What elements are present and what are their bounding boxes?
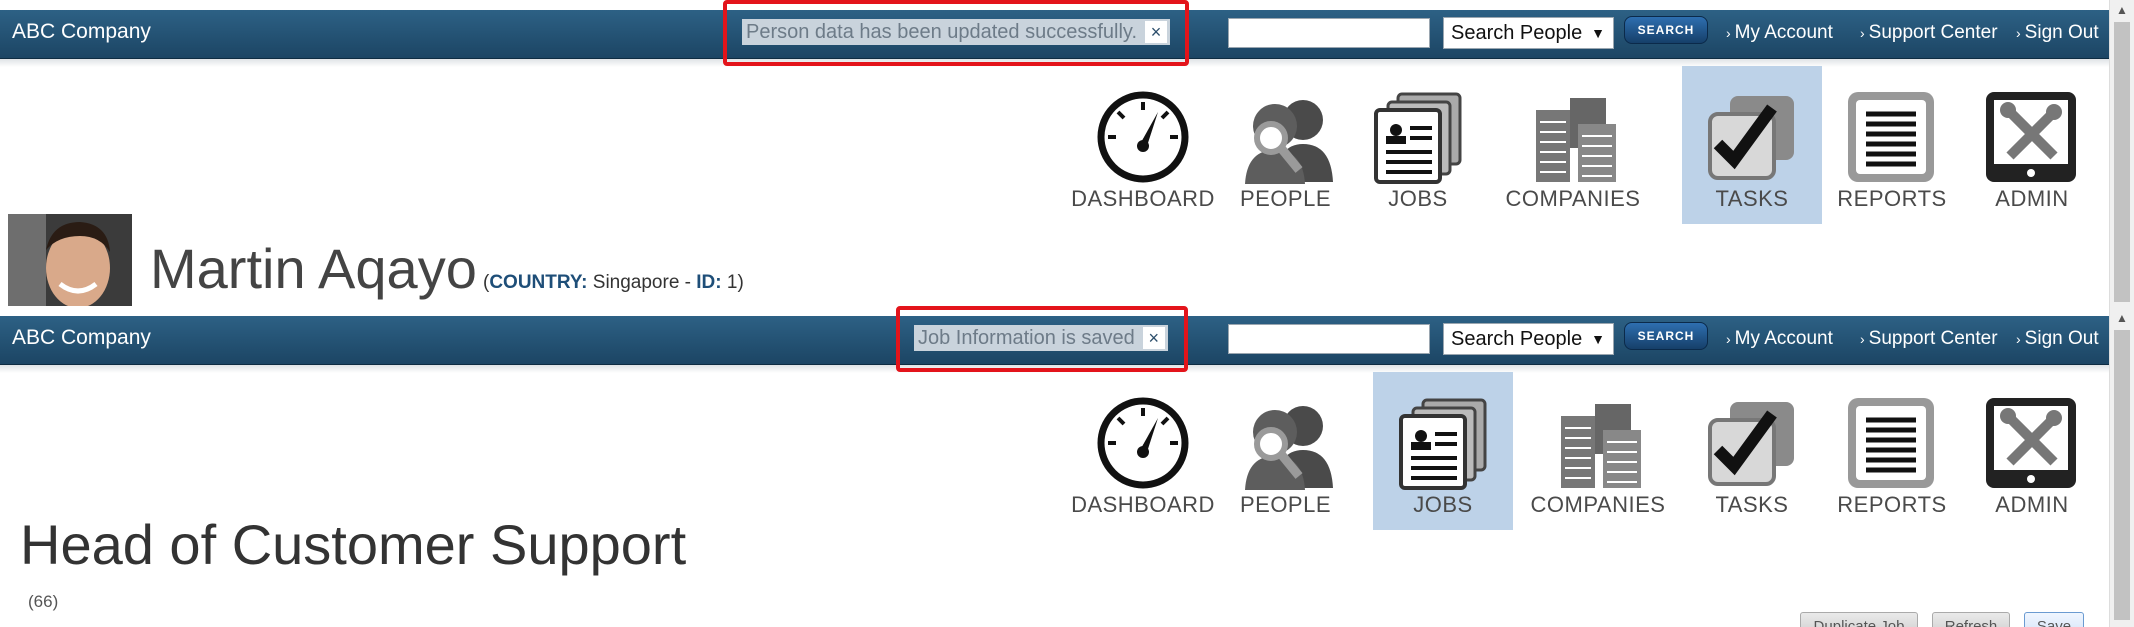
nav-admin-label: ADMIN xyxy=(1995,492,2069,517)
save-button[interactable]: Save xyxy=(2024,612,2084,627)
scroll-thumb-top[interactable] xyxy=(2114,22,2130,302)
nav-people[interactable]: PEOPLE xyxy=(1223,372,1348,530)
person-photo xyxy=(8,214,132,306)
companies-icon xyxy=(1561,404,1641,488)
search-type-select[interactable]: Search People ▼ xyxy=(1443,17,1614,49)
id-label: ID: xyxy=(696,272,722,293)
search-input[interactable] xyxy=(1228,324,1430,354)
highlight-box xyxy=(723,0,1189,66)
jobs-icon xyxy=(1374,92,1462,184)
jobs-icon xyxy=(1399,398,1487,490)
tasks-icon xyxy=(1708,96,1794,180)
link-support-center[interactable]: › Support Center xyxy=(1860,328,1998,350)
link-my-account-label: My Account xyxy=(1734,328,1833,349)
reports-icon xyxy=(1848,398,1934,488)
nav-people[interactable]: PEOPLE xyxy=(1223,66,1348,224)
bottom-panel: ABC Company Job Information is saved × Se… xyxy=(0,306,2110,627)
nav-tasks[interactable]: TASKS xyxy=(1682,66,1822,224)
page-scrollbar[interactable]: ▲ ▲ xyxy=(2109,0,2134,627)
tasks-icon xyxy=(1708,402,1794,486)
brand-name[interactable]: ABC Company xyxy=(12,20,151,44)
link-sign-out[interactable]: › Sign Out xyxy=(2016,22,2099,44)
scroll-up-icon[interactable]: ▲ xyxy=(2110,308,2134,328)
link-my-account-label: My Account xyxy=(1734,22,1833,43)
companies-icon xyxy=(1536,98,1616,182)
admin-icon xyxy=(1986,398,2076,488)
nav-admin[interactable]: ADMIN xyxy=(1962,66,2102,224)
nav-jobs-label: JOBS xyxy=(1413,492,1473,517)
nav-tasks[interactable]: TASKS xyxy=(1682,372,1822,530)
chevron-right-icon: › xyxy=(1860,25,1865,41)
reports-icon xyxy=(1848,92,1934,182)
nav-jobs[interactable]: JOBS xyxy=(1348,66,1488,224)
scroll-up-icon[interactable]: ▲ xyxy=(2110,0,2134,20)
nav-reports[interactable]: REPORTS xyxy=(1822,372,1962,530)
brand-name[interactable]: ABC Company xyxy=(12,326,151,350)
people-icon xyxy=(1245,100,1333,184)
link-sign-out-label: Sign Out xyxy=(2024,328,2099,349)
chevron-right-icon: › xyxy=(2016,331,2021,347)
nav-jobs[interactable]: JOBS xyxy=(1373,372,1513,530)
chevron-right-icon: › xyxy=(1726,25,1731,41)
person-meta: (COUNTRY: Singapore - ID: 1) xyxy=(483,272,744,293)
nav-companies[interactable]: COMPANIES xyxy=(1513,372,1683,530)
nav-companies-label: COMPANIES xyxy=(1530,492,1666,517)
person-avatar xyxy=(8,214,132,306)
link-sign-out-label: Sign Out xyxy=(2024,22,2099,43)
link-support-center[interactable]: › Support Center xyxy=(1860,22,1998,44)
dashboard-icon xyxy=(1097,91,1189,183)
nav-dashboard-label: DASHBOARD xyxy=(1071,186,1215,211)
link-my-account[interactable]: › My Account xyxy=(1726,328,1833,350)
link-support-center-label: Support Center xyxy=(1868,328,1998,349)
nav-jobs-label: JOBS xyxy=(1388,186,1448,211)
people-icon xyxy=(1245,406,1333,490)
country-value: Singapore xyxy=(592,272,680,293)
scroll-thumb-bottom[interactable] xyxy=(2114,330,2130,620)
duplicate-job-button[interactable]: Duplicate Job xyxy=(1800,612,1918,627)
dashboard-icon xyxy=(1097,397,1189,489)
nav-people-label: PEOPLE xyxy=(1239,186,1332,211)
link-my-account[interactable]: › My Account xyxy=(1726,22,1833,44)
nav-dashboard-label: DASHBOARD xyxy=(1071,492,1215,517)
nav-companies[interactable]: COMPANIES xyxy=(1488,66,1658,224)
search-button[interactable]: SEARCH xyxy=(1624,322,1708,350)
nav-admin-label: ADMIN xyxy=(1995,186,2069,211)
chevron-right-icon: › xyxy=(1860,331,1865,347)
dropdown-arrow-icon: ▼ xyxy=(1591,25,1605,41)
nav-dashboard[interactable]: DASHBOARD xyxy=(1063,372,1223,530)
admin-icon xyxy=(1986,92,2076,182)
country-label: COUNTRY: xyxy=(489,272,588,293)
nav-reports-label: REPORTS xyxy=(1837,492,1947,517)
top-panel: ABC Company Person data has been updated… xyxy=(0,0,2110,306)
link-support-center-label: Support Center xyxy=(1868,22,1998,43)
nav-reports-label: REPORTS xyxy=(1837,186,1947,211)
person-name: Martin Aqayo xyxy=(150,237,477,300)
refresh-button[interactable]: Refresh xyxy=(1932,612,2010,627)
search-type-value: Search People xyxy=(1451,22,1583,44)
highlight-box xyxy=(896,306,1188,372)
nav-tasks-label: TASKS xyxy=(1715,492,1789,517)
nav-tasks-label: TASKS xyxy=(1715,186,1789,211)
nav-people-label: PEOPLE xyxy=(1239,492,1332,517)
nav-reports[interactable]: REPORTS xyxy=(1822,66,1962,224)
chevron-right-icon: › xyxy=(2016,25,2021,41)
dropdown-arrow-icon: ▼ xyxy=(1591,331,1605,347)
search-type-value: Search People xyxy=(1451,328,1583,350)
chevron-right-icon: › xyxy=(1726,331,1731,347)
search-input[interactable] xyxy=(1228,18,1430,48)
nav-dashboard[interactable]: DASHBOARD xyxy=(1063,66,1223,224)
search-button[interactable]: SEARCH xyxy=(1624,16,1708,44)
job-title: Head of Customer Support xyxy=(20,513,687,576)
nav-admin[interactable]: ADMIN xyxy=(1962,372,2102,530)
id-value: 1 xyxy=(726,272,738,293)
search-type-select[interactable]: Search People ▼ xyxy=(1443,323,1614,355)
nav-companies-label: COMPANIES xyxy=(1505,186,1641,211)
link-sign-out[interactable]: › Sign Out xyxy=(2016,328,2099,350)
job-count: (66) xyxy=(28,592,59,611)
